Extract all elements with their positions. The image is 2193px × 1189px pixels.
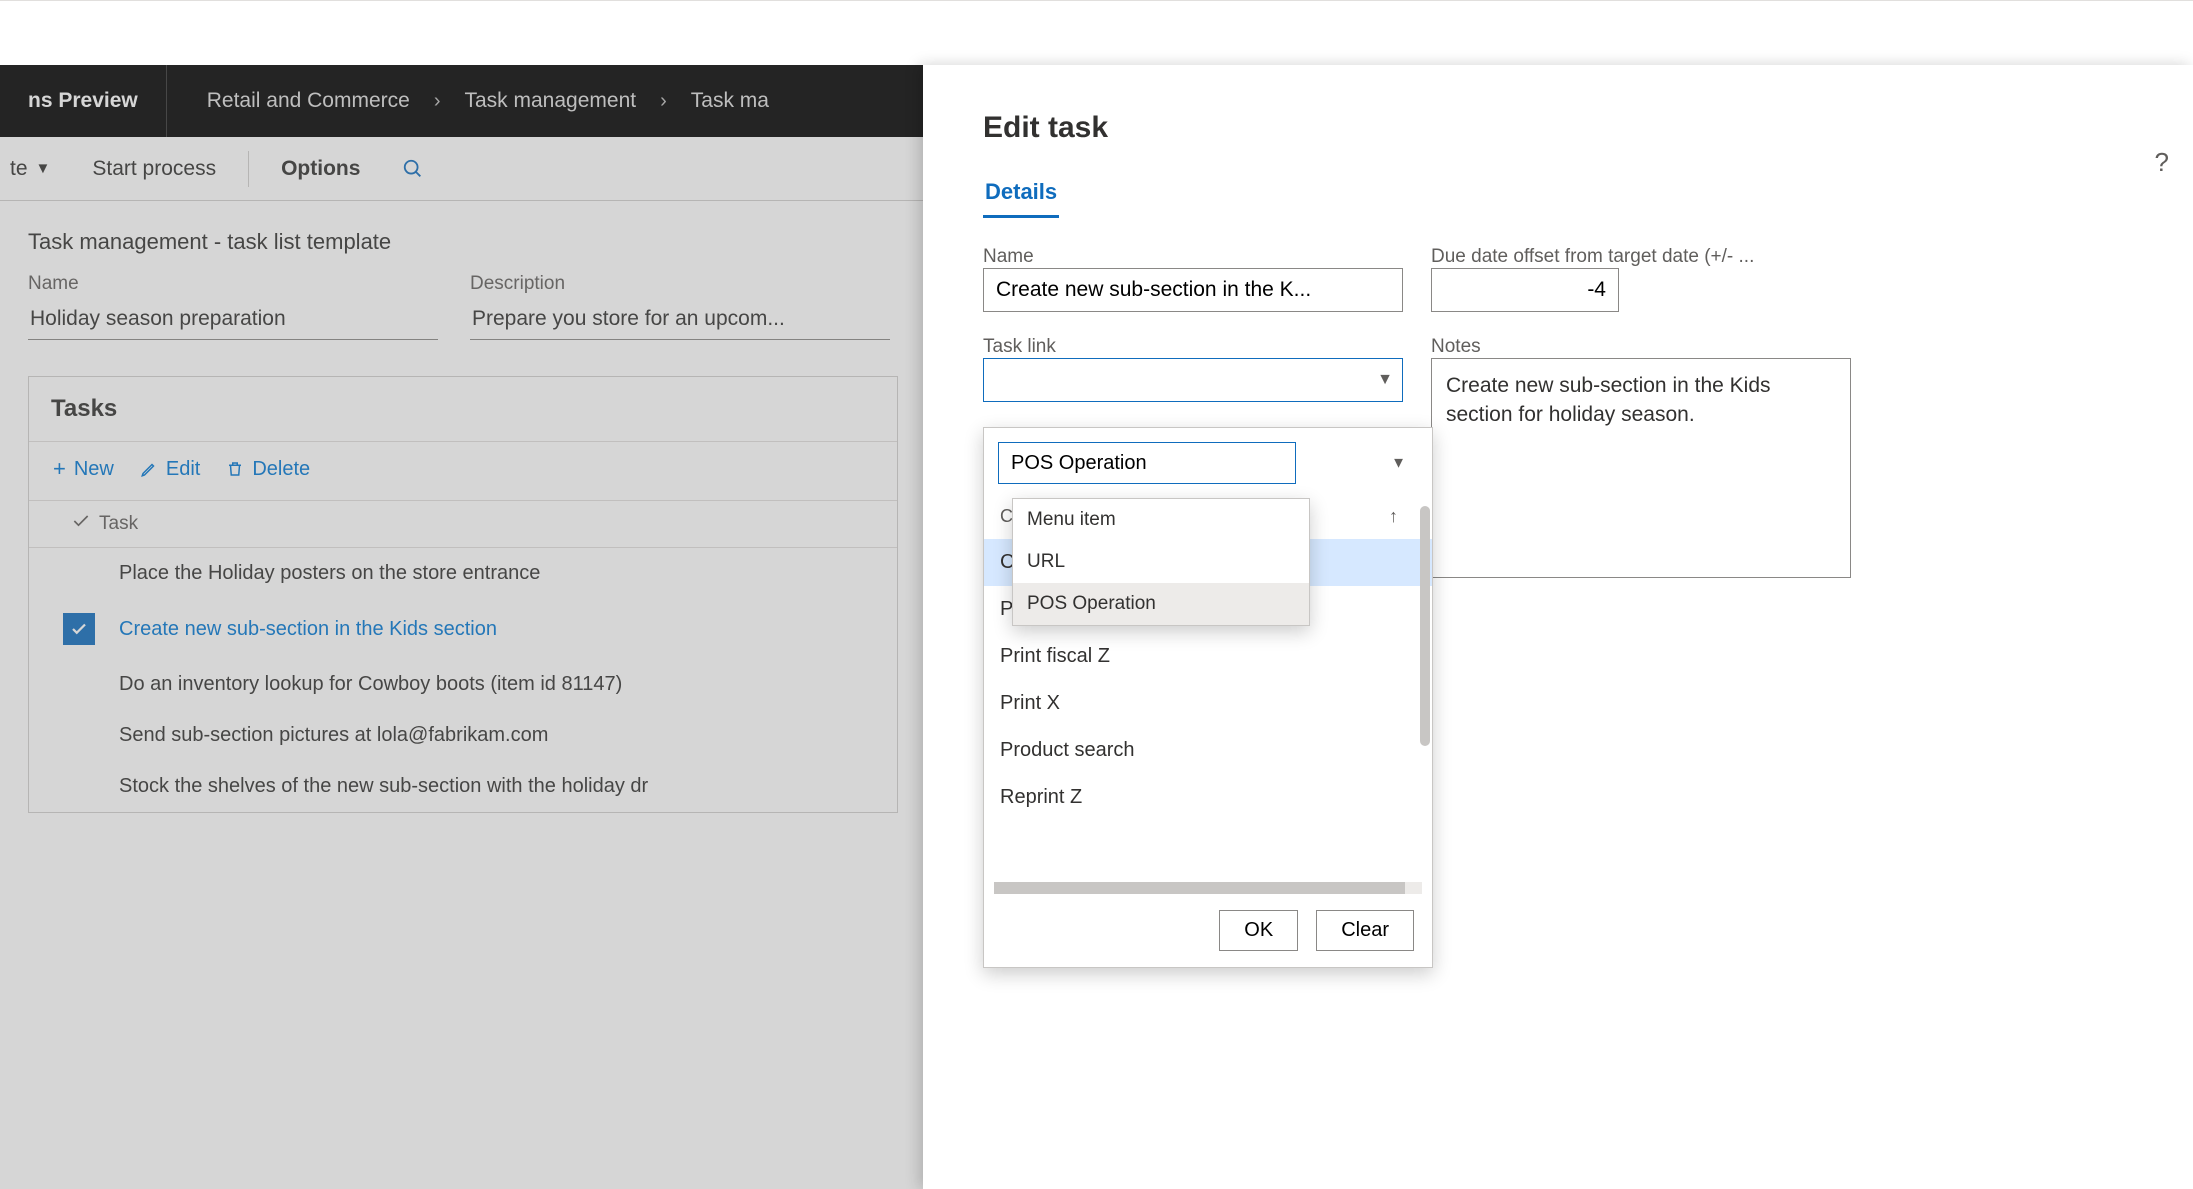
horizontal-scrollbar-track[interactable]: [994, 882, 1422, 894]
sort-ascending-icon[interactable]: ↑: [1389, 506, 1398, 527]
field-label-name: Name: [983, 246, 1403, 268]
tab-details[interactable]: Details: [983, 173, 1059, 218]
modal-overlay: [0, 1, 2193, 65]
link-type-option[interactable]: POS Operation: [1013, 583, 1309, 625]
help-icon[interactable]: ?: [2155, 147, 2169, 178]
field-label-tasklink: Task link: [983, 336, 1403, 358]
clear-button[interactable]: Clear: [1316, 910, 1414, 951]
lookup-option[interactable]: Product search: [984, 727, 1432, 774]
ok-button[interactable]: OK: [1219, 910, 1298, 951]
modal-overlay: [0, 65, 923, 1189]
task-link-input[interactable]: [983, 358, 1403, 402]
lookup-option[interactable]: Print fiscal Z: [984, 633, 1432, 680]
notes-textarea[interactable]: Create new sub-section in the Kids secti…: [1431, 358, 1851, 578]
lookup-option[interactable]: Print X: [984, 680, 1432, 727]
link-type-select[interactable]: [998, 442, 1296, 484]
edit-task-panel: ? Edit task Details Name Task link ▼: [923, 65, 2193, 1189]
panel-title: Edit task: [983, 111, 2133, 145]
lookup-option[interactable]: Reprint Z: [984, 774, 1432, 821]
field-label-due-offset: Due date offset from target date (+/- ..…: [1431, 246, 1851, 268]
field-label-notes: Notes: [1431, 336, 1851, 358]
due-offset-input[interactable]: [1431, 268, 1619, 312]
chevron-down-icon[interactable]: ▼: [1391, 455, 1406, 472]
task-name-input[interactable]: [983, 268, 1403, 312]
task-link-lookup: ▼ Menu item URL POS Operation C ↑ C...PP…: [983, 427, 1433, 968]
link-type-option[interactable]: Menu item: [1013, 499, 1309, 541]
link-type-option[interactable]: URL: [1013, 541, 1309, 583]
horizontal-scrollbar-thumb[interactable]: [994, 882, 1405, 894]
chevron-down-icon[interactable]: ▼: [1377, 371, 1393, 389]
vertical-scrollbar[interactable]: [1420, 506, 1430, 746]
link-type-options: Menu item URL POS Operation: [1012, 498, 1310, 626]
